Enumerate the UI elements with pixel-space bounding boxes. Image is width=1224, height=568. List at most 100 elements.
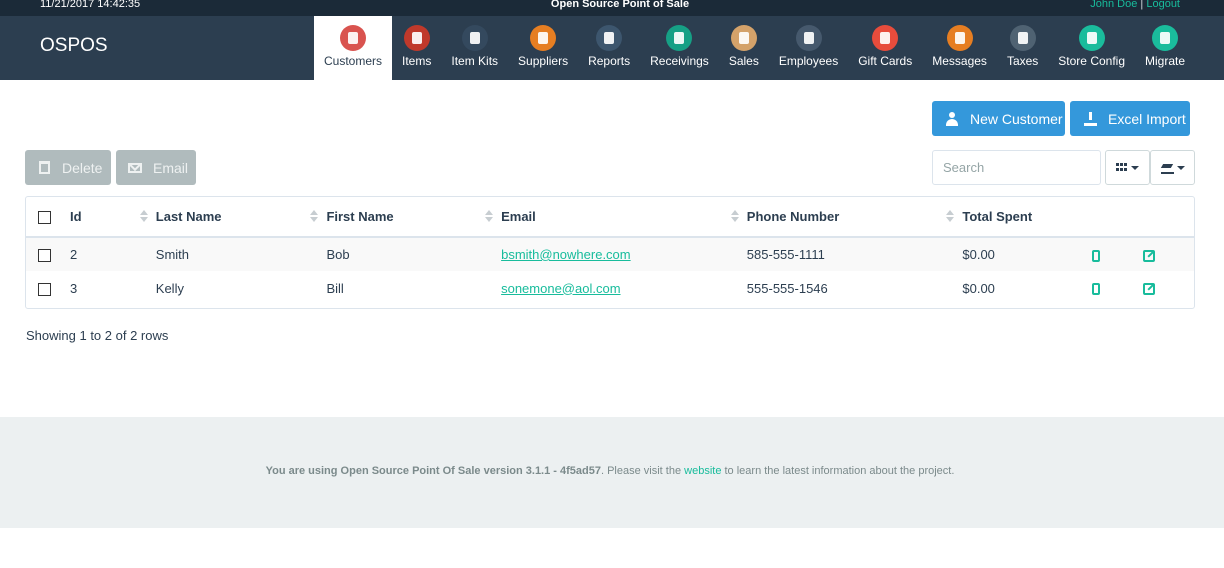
reports-icon [596,25,623,51]
cell-last-name: Kelly [155,280,184,296]
sort-icon [139,210,148,223]
mobile-message-icon[interactable] [1092,249,1101,262]
nav-item-label: Messages [932,54,987,68]
user-area: John Doe | Logout [1090,0,1180,10]
cell-phone: 585-555-1111 [746,237,963,271]
column-header-phone[interactable]: Phone Number [746,197,963,238]
nav-item-suppliers[interactable]: Suppliers [508,16,578,80]
nav-item-label: Receivings [650,54,709,68]
nav-item-employees[interactable]: Employees [769,16,848,80]
nav-item-migrate[interactable]: Migrate [1135,16,1195,80]
export-icon [1160,162,1174,174]
nav-item-items[interactable]: Items [392,16,441,80]
nav-item-label: Taxes [1006,54,1039,68]
column-header-total-spent[interactable]: Total Spent [962,197,1093,238]
nav-item-label: Gift Cards [858,54,913,68]
nav-item-label: Reports [588,54,631,68]
footer-suffix: to learn the latest information about th… [721,465,955,477]
email-link[interactable]: sonemone@aol.com [501,281,620,296]
columns-toggle-button[interactable] [1105,150,1150,185]
mobile-message-icon[interactable] [1092,283,1101,296]
trash-icon [36,161,52,174]
table-header-row: Id Last Name First Name Email Phone Numb… [26,197,1194,238]
nav-item-store-config[interactable]: Store Config [1048,16,1135,80]
row-checkbox[interactable] [38,249,51,263]
sort-icon [310,210,319,223]
footer-middle: . Please visit the [600,465,685,477]
email-link[interactable]: bsmith@nowhere.com [501,247,631,262]
search-input[interactable] [932,150,1101,185]
column-header-edit [1143,197,1194,238]
select-all-checkbox[interactable] [38,211,51,225]
page-footer: You are using Open Source Point Of Sale … [0,417,1224,528]
edit-icon[interactable] [1143,249,1156,262]
delete-label: Delete [62,159,103,176]
user-icon [944,111,960,126]
delete-button[interactable]: Delete [25,150,111,185]
nav-item-label: Store Config [1058,54,1125,68]
nav-item-reports[interactable]: Reports [578,16,640,80]
cell-id: 2 [57,237,156,271]
excel-import-button[interactable]: Excel Import [1070,101,1190,136]
website-link[interactable]: website [684,465,721,477]
select-all-cell [26,197,58,238]
edit-icon[interactable] [1143,283,1156,296]
cell-id: 3 [69,280,78,296]
migrate-icon [1152,25,1178,51]
nav-item-messages[interactable]: Messages [922,16,997,80]
cell-total-spent: $0.00 [962,237,1093,271]
cell-email: sonemone@aol.com [501,271,747,305]
import-icon [1082,111,1098,126]
customers-table: Id Last Name First Name Email Phone Numb… [25,196,1195,309]
nav-item-taxes[interactable]: Taxes [997,16,1048,80]
top-bar: 11/21/2017 14:42:35 Open Source Point of… [0,0,1224,16]
store-config-icon [1078,25,1105,51]
row-checkbox[interactable] [38,282,51,296]
nav-item-label: Customers [324,54,383,68]
column-header-first-name[interactable]: First Name [326,197,502,238]
taxes-icon [1009,25,1036,51]
column-header-id[interactable]: Id [57,197,156,238]
user-name-link[interactable]: John Doe [1090,0,1137,10]
cell-phone: 555-555-1546 [746,280,828,296]
column-header-messages [1092,197,1144,238]
envelope-icon [127,162,143,173]
main-navbar: OSPOS Customers Items Item Kits Suppliers Re… [0,16,1224,80]
logout-link[interactable]: Logout [1146,0,1180,10]
cell-first-name: Bob [326,237,502,271]
user-separator: | [1140,0,1144,10]
nav-item-gift-cards[interactable]: Gift Cards [848,16,922,80]
new-customer-button[interactable]: New Customer [932,101,1065,136]
cell-total-spent: $0.00 [962,280,995,296]
sort-icon [946,210,955,223]
cell-email: bsmith@nowhere.com [501,237,747,271]
nav-item-customers[interactable]: Customers [314,16,393,80]
nav-item-label: Item Kits [451,54,499,68]
table-row[interactable]: 2 Smith Bob bsmith@nowhere.com 585-555-1… [26,237,1194,271]
column-header-email[interactable]: Email [501,197,747,238]
brand-logo[interactable]: OSPOS [40,35,108,57]
caret-down-icon [1131,165,1139,170]
item-kits-icon [461,25,488,51]
receivings-icon [666,25,693,51]
email-button[interactable]: Email [116,150,196,185]
sales-icon [730,25,757,51]
customers-icon [340,25,366,51]
email-label: Email [153,159,189,176]
app-title: Open Source Point of Sale [550,0,690,10]
grid-icon [1116,163,1128,172]
module-nav: Customers Items Item Kits Suppliers Reports R… [314,16,1195,80]
column-header-last-name[interactable]: Last Name [155,197,327,238]
caret-down-icon [1176,165,1185,170]
pagination-summary: Showing 1 to 2 of 2 rows [26,328,169,343]
export-button[interactable] [1150,150,1195,185]
nav-item-sales[interactable]: Sales [719,16,769,80]
new-customer-label: New Customer [970,110,1063,127]
sort-icon [485,210,494,223]
cell-first-name: Bill [326,280,344,296]
table-row[interactable]: 3 Kelly Bill sonemone@aol.com 555-555-15… [26,271,1194,305]
nav-item-item-kits[interactable]: Item Kits [441,16,508,80]
items-icon [403,25,430,51]
footer-text: You are using Open Source Point Of Sale … [0,465,1220,477]
nav-item-receivings[interactable]: Receivings [640,16,719,80]
